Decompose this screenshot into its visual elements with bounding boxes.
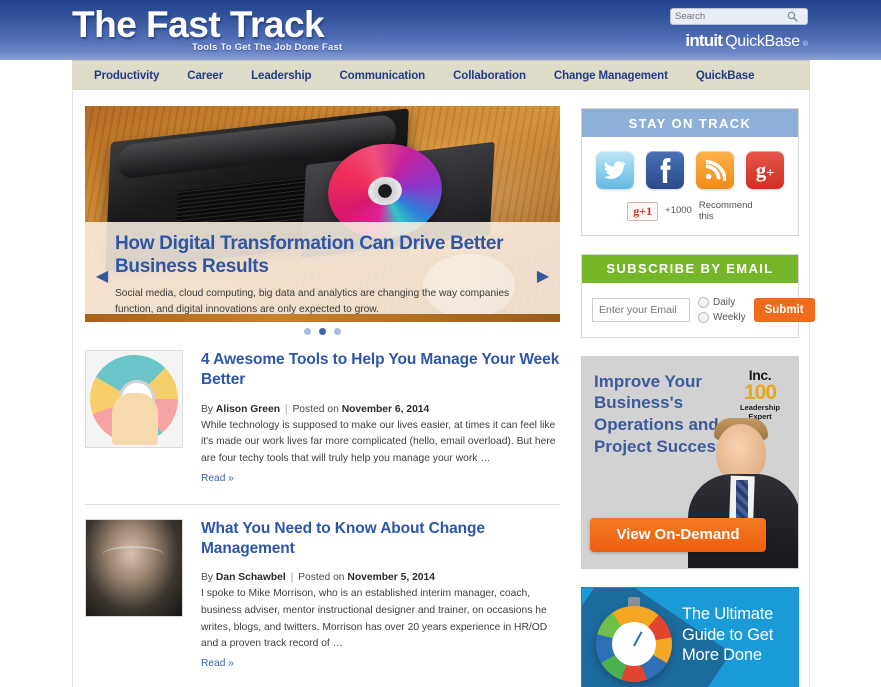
slider-prev-arrow-icon[interactable]: ◀ xyxy=(95,268,109,286)
frequency-radio-group: Daily Weekly xyxy=(698,296,746,323)
nav-item-collaboration[interactable]: Collaboration xyxy=(439,70,540,82)
slider-dot-1[interactable] xyxy=(304,328,311,335)
hero-description: Social media, cloud computing, big data … xyxy=(115,287,510,315)
google-plus-one-button[interactable]: g+1 xyxy=(627,202,659,222)
nav-item-leadership[interactable]: Leadership xyxy=(237,70,325,82)
article-date: November 6, 2014 xyxy=(341,403,430,415)
content-shell: How Digital Transformation Can Drive Bet… xyxy=(72,90,815,687)
recommend-line-1: Recommend xyxy=(698,200,753,211)
promo-title: The Ultimate Guide to Get More Done xyxy=(682,604,774,665)
hero-caption: How Digital Transformation Can Drive Bet… xyxy=(85,222,560,315)
promo-banner-operations[interactable]: Improve Your Business's Operations and P… xyxy=(581,355,799,569)
rss-icon[interactable] xyxy=(696,151,734,189)
inc-leadership-badge: Inc. 100 Leadership Expert xyxy=(732,367,788,422)
by-label: By xyxy=(201,572,214,584)
recommend-line-2: this xyxy=(698,210,714,222)
search-box[interactable] xyxy=(670,8,808,25)
promo-banner-ultimate-guide[interactable]: The Ultimate Guide to Get More Done Work… xyxy=(581,586,799,687)
main-navigation: Productivity Career Leadership Communica… xyxy=(72,60,810,90)
radio-weekly-label: Weekly xyxy=(713,311,746,323)
article-body: What You Need to Know About Change Manag… xyxy=(201,519,560,671)
stopwatch-icon xyxy=(596,605,672,682)
stay-on-track-heading: STAY ON TRACK xyxy=(582,109,798,137)
facebook-icon[interactable] xyxy=(646,151,684,189)
author-portrait-illustration xyxy=(86,519,182,616)
slider-dot-2[interactable] xyxy=(319,328,326,335)
sidebar: STAY ON TRACK g+ g+1 +1000 Recommend thi… xyxy=(581,108,815,687)
intuit-wordmark: intuit xyxy=(685,31,723,50)
stopwatch-hand-icon xyxy=(633,631,643,647)
meta-separator: | xyxy=(284,403,288,415)
article-excerpt: I spoke to Mike Morrison, who is an esta… xyxy=(201,588,548,650)
google-plus-one-label: Recommend this xyxy=(698,200,753,223)
google-plus-one-count: +1000 xyxy=(665,205,692,217)
radio-daily[interactable]: Daily xyxy=(698,296,746,308)
nav-item-quickbase[interactable]: QuickBase xyxy=(682,70,769,82)
radio-weekly[interactable]: Weekly xyxy=(698,311,746,323)
article-list-item: 4 Awesome Tools to Help You Manage Your … xyxy=(85,336,560,505)
slider-next-arrow-icon[interactable]: ▶ xyxy=(536,268,550,286)
article-author[interactable]: Dan Schawbel xyxy=(216,572,286,583)
article-date: November 5, 2014 xyxy=(347,572,435,584)
nav-item-change-management[interactable]: Change Management xyxy=(540,70,682,82)
nav-item-communication[interactable]: Communication xyxy=(325,70,439,82)
search-icon[interactable] xyxy=(783,9,801,24)
read-more-link[interactable]: Read » xyxy=(201,658,234,669)
article-list-item: What You Need to Know About Change Manag… xyxy=(85,505,560,687)
posted-label: Posted on xyxy=(298,572,345,584)
google-plus-icon[interactable]: g+ xyxy=(746,151,784,189)
view-on-demand-button[interactable]: View On-Demand xyxy=(590,517,766,552)
intuit-quickbase-logo[interactable]: intuit QuickBase ® xyxy=(685,31,808,51)
featured-slider[interactable]: How Digital Transformation Can Drive Bet… xyxy=(85,106,560,322)
registered-mark: ® xyxy=(802,41,808,48)
article-title[interactable]: 4 Awesome Tools to Help You Manage Your … xyxy=(201,350,560,390)
article-meta: By Dan Schawbel | Posted on November 5, … xyxy=(201,572,560,583)
slider-dot-3[interactable] xyxy=(334,328,341,335)
twitter-icon[interactable] xyxy=(596,151,634,189)
page-root: The Fast Track Tools To Get The Job Done… xyxy=(0,0,881,687)
subscribe-form: Daily Weekly Submit xyxy=(582,283,815,337)
social-icons-row: g+ xyxy=(582,137,798,195)
by-label: By xyxy=(201,403,214,415)
hand-illustration xyxy=(112,393,158,445)
article-thumbnail[interactable] xyxy=(85,518,183,617)
meta-separator: | xyxy=(290,572,294,584)
posted-label: Posted on xyxy=(292,403,339,415)
email-field[interactable] xyxy=(592,297,690,322)
nav-item-productivity[interactable]: Productivity xyxy=(72,70,173,82)
site-title: The Fast Track xyxy=(72,4,325,45)
slider-pagination xyxy=(85,328,560,335)
subscribe-heading: SUBSCRIBE BY EMAIL xyxy=(582,254,798,283)
quickbase-wordmark: QuickBase xyxy=(725,33,800,50)
radio-daily-dot[interactable] xyxy=(698,296,709,308)
site-tagline: Tools To Get The Job Done Fast xyxy=(192,42,343,53)
article-thumbnail[interactable] xyxy=(85,350,183,448)
hero-title[interactable]: How Digital Transformation Can Drive Bet… xyxy=(115,232,530,279)
submit-button[interactable]: Submit xyxy=(753,297,815,322)
nav-item-career[interactable]: Career xyxy=(173,70,237,82)
article-title[interactable]: What You Need to Know About Change Manag… xyxy=(201,519,560,559)
site-header: The Fast Track Tools To Get The Job Done… xyxy=(0,0,881,60)
radio-weekly-dot[interactable] xyxy=(698,311,709,323)
subscribe-widget: SUBSCRIBE BY EMAIL Daily Weekly Submit xyxy=(581,253,815,338)
hero-bottom-strip xyxy=(85,314,560,322)
search-input[interactable] xyxy=(671,9,783,24)
inc-badge-number: 100 xyxy=(743,380,777,404)
stay-on-track-widget: STAY ON TRACK g+ g+1 +1000 Recommend thi… xyxy=(581,108,799,236)
article-author[interactable]: Alison Green xyxy=(216,404,280,415)
main-column: How Digital Transformation Can Drive Bet… xyxy=(85,106,560,687)
google-plus-one-row: g+1 +1000 Recommend this xyxy=(582,195,798,235)
article-body: 4 Awesome Tools to Help You Manage Your … xyxy=(201,350,560,486)
radio-daily-label: Daily xyxy=(713,296,736,308)
read-more-link[interactable]: Read » xyxy=(201,473,234,484)
article-meta: By Alison Green | Posted on November 6, … xyxy=(201,404,560,415)
article-excerpt: While technology is supposed to make our… xyxy=(201,419,556,464)
